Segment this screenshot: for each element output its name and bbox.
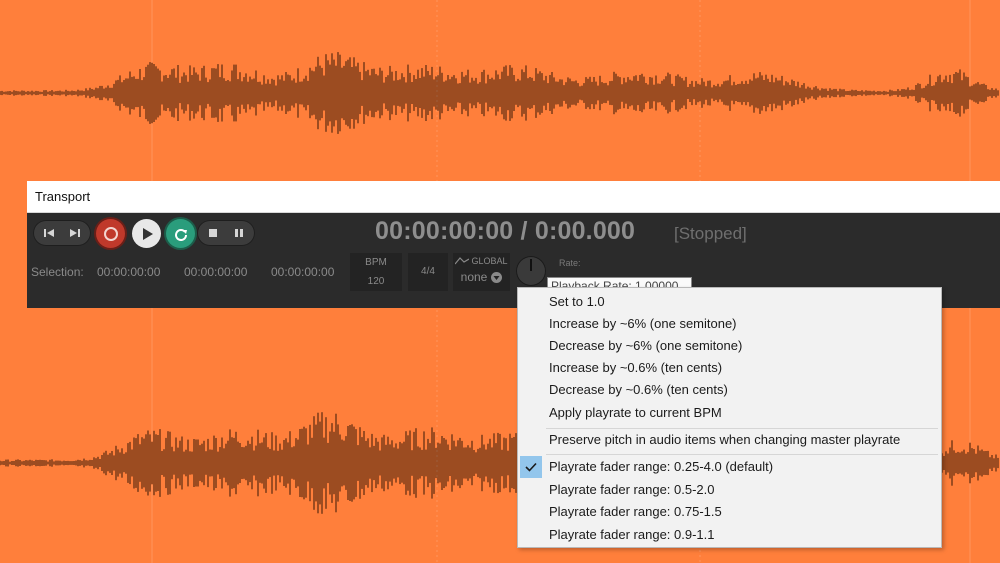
menu-item-decrease-cents[interactable]: Decrease by ~0.6% (ten cents) (518, 379, 941, 401)
go-to-end-button[interactable] (62, 221, 88, 245)
bpm-value: 120 (367, 276, 385, 287)
play-icon (142, 227, 153, 240)
menu-item-label: Set to 1.0 (549, 294, 605, 309)
repeat-button[interactable] (166, 219, 195, 248)
chevron-down-icon (491, 271, 503, 283)
menu-item-label: Apply playrate to current BPM (549, 405, 722, 420)
repeat-icon (174, 228, 187, 241)
checkmark-icon (525, 462, 537, 472)
menu-item-label: Playrate fader range: 0.75-1.5 (549, 504, 722, 519)
global-label: GLOBAL (471, 256, 508, 266)
stop-button[interactable] (200, 221, 226, 245)
selection-end[interactable]: 00:00:00:00 (184, 265, 247, 279)
play-status: [Stopped] (674, 224, 747, 243)
window-titlebar[interactable]: Transport (27, 181, 1000, 213)
menu-item-decrease-semitone[interactable]: Decrease by ~6% (one semitone) (518, 335, 941, 357)
pause-button[interactable] (226, 221, 252, 245)
time-signature[interactable]: 4/4 (408, 253, 448, 291)
bpm-box[interactable]: BPM 120 (350, 253, 402, 291)
selection-label: Selection: (31, 265, 84, 279)
record-icon (103, 226, 118, 241)
menu-item-increase-cents[interactable]: Increase by ~0.6% (ten cents) (518, 357, 941, 379)
menu-item-label: Playrate fader range: 0.9-1.1 (549, 527, 715, 542)
menu-item-range-0.9-1.1[interactable]: Playrate fader range: 0.9-1.1 (518, 524, 941, 546)
menu-separator (546, 454, 938, 455)
pause-icon (235, 229, 243, 237)
stop-icon (209, 229, 217, 237)
menu-item-label: Decrease by ~0.6% (ten cents) (549, 382, 728, 397)
menu-item-set-to-1[interactable]: Set to 1.0 (518, 291, 941, 313)
menu-item-apply-playrate-bpm[interactable]: Apply playrate to current BPM (518, 402, 941, 424)
skip-back-icon (44, 229, 54, 237)
global-value: none (460, 270, 488, 284)
menu-item-label: Playrate fader range: 0.5-2.0 (549, 482, 715, 497)
global-tempo-box[interactable]: GLOBAL none (453, 253, 510, 291)
menu-item-label: Preserve pitch in audio items when chang… (549, 432, 901, 447)
record-button[interactable] (96, 219, 125, 248)
nav-button-group (33, 220, 91, 246)
skip-forward-icon (70, 229, 80, 237)
menu-item-range-0.75-1.5[interactable]: Playrate fader range: 0.75-1.5 (518, 501, 941, 523)
menu-item-increase-semitone[interactable]: Increase by ~6% (one semitone) (518, 313, 941, 335)
checkmark-highlight (520, 456, 542, 478)
time-display[interactable]: 00:00:00:00 / 0:00.000 (375, 217, 639, 246)
rate-label: Rate: (559, 258, 581, 268)
stop-pause-group (197, 220, 255, 246)
go-to-start-button[interactable] (36, 221, 62, 245)
playrate-context-menu: Set to 1.0 Increase by ~6% (one semitone… (517, 287, 942, 548)
selection-length[interactable]: 00:00:00:00 (271, 265, 334, 279)
menu-item-label: Increase by ~0.6% (ten cents) (549, 360, 723, 375)
menu-item-label: Increase by ~6% (one semitone) (549, 316, 737, 331)
menu-item-range-0.25-4.0[interactable]: Playrate fader range: 0.25-4.0 (default) (518, 456, 941, 478)
window-title: Transport (35, 189, 91, 204)
bpm-label: BPM (365, 257, 387, 268)
play-button[interactable] (132, 219, 161, 248)
envelope-icon (455, 257, 470, 265)
selection-start[interactable]: 00:00:00:00 (97, 265, 160, 279)
playrate-knob[interactable] (516, 256, 546, 286)
menu-item-range-0.5-2.0[interactable]: Playrate fader range: 0.5-2.0 (518, 479, 941, 501)
menu-item-label: Decrease by ~6% (one semitone) (549, 338, 743, 353)
menu-item-label: Playrate fader range: 0.25-4.0 (default) (549, 459, 774, 474)
menu-item-preserve-pitch[interactable]: Preserve pitch in audio items when chang… (518, 429, 941, 451)
